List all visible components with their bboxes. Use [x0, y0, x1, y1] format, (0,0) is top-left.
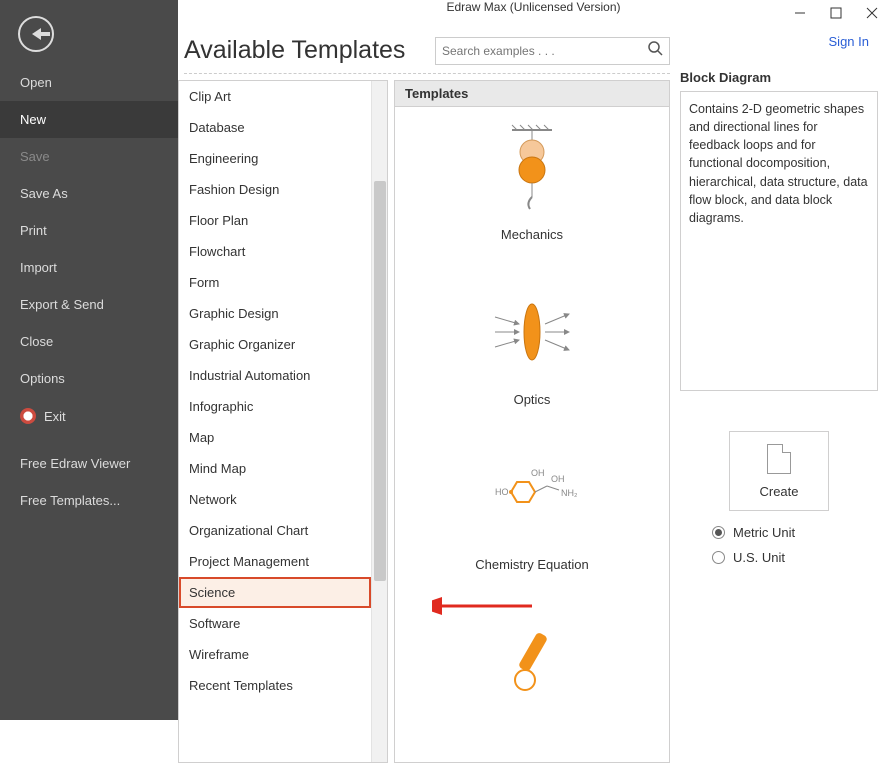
create-label: Create: [759, 484, 798, 499]
window-title: Edraw Max (Unlicensed Version): [446, 0, 620, 14]
template-chemistry-equation[interactable]: HO OH OH NH₂ Chemistry Equation: [475, 447, 588, 572]
templates-panel: Templates Mechanics Optics HO OH OH NH₂ Chemis…: [394, 80, 670, 763]
sidebar-item-print[interactable]: Print: [0, 212, 178, 249]
exit-label: Exit: [44, 409, 66, 424]
templates-header: Templates: [395, 81, 669, 107]
category-infographic[interactable]: Infographic: [179, 391, 371, 422]
category-project-management[interactable]: Project Management: [179, 546, 371, 577]
template-partial[interactable]: [482, 612, 582, 722]
sidebar-item-save: Save: [0, 138, 178, 175]
category-engineering[interactable]: Engineering: [179, 143, 371, 174]
category-database[interactable]: Database: [179, 112, 371, 143]
exit-icon: [20, 408, 36, 424]
template-thumbnail: [482, 282, 582, 382]
create-button[interactable]: Create: [729, 431, 829, 511]
category-graphic-design[interactable]: Graphic Design: [179, 298, 371, 329]
category-mind-map[interactable]: Mind Map: [179, 453, 371, 484]
document-icon: [767, 444, 791, 474]
close-window-button[interactable]: [861, 4, 883, 22]
maximize-button[interactable]: [825, 4, 847, 22]
sidebar-item-close[interactable]: Close: [0, 323, 178, 360]
file-menu-sidebar: OpenNewSaveSave AsPrintImportExport & Se…: [0, 0, 178, 720]
template-thumbnail: [482, 117, 582, 217]
template-thumbnail: HO OH OH NH₂: [482, 447, 582, 547]
us-unit-radio[interactable]: U.S. Unit: [712, 550, 878, 565]
sidebar-item-new[interactable]: New: [0, 101, 178, 138]
search-input[interactable]: [442, 44, 648, 58]
back-button[interactable]: [18, 16, 54, 52]
minimize-button[interactable]: [789, 4, 811, 22]
template-label: Mechanics: [482, 227, 582, 242]
template-label: Optics: [482, 392, 582, 407]
sidebar-item-open[interactable]: Open: [0, 64, 178, 101]
sign-in-link[interactable]: Sign In: [829, 34, 869, 49]
radio-icon: [712, 526, 725, 539]
metric-unit-radio[interactable]: Metric Unit: [712, 525, 878, 540]
category-graphic-organizer[interactable]: Graphic Organizer: [179, 329, 371, 360]
svg-text:OH: OH: [531, 468, 545, 478]
category-form[interactable]: Form: [179, 267, 371, 298]
category-flowchart[interactable]: Flowchart: [179, 236, 371, 267]
titlebar: Edraw Max (Unlicensed Version): [178, 0, 889, 14]
category-floor-plan[interactable]: Floor Plan: [179, 205, 371, 236]
category-software[interactable]: Software: [179, 608, 371, 639]
sidebar-item-free-templates-[interactable]: Free Templates...: [0, 482, 178, 519]
search-box[interactable]: [435, 37, 670, 65]
category-clip-art[interactable]: Clip Art: [179, 81, 371, 112]
preview-title: Block Diagram: [680, 70, 878, 85]
sidebar-item-free-edraw-viewer[interactable]: Free Edraw Viewer: [0, 445, 178, 482]
sidebar-item-export-send[interactable]: Export & Send: [0, 286, 178, 323]
category-network[interactable]: Network: [179, 484, 371, 515]
category-fashion-design[interactable]: Fashion Design: [179, 174, 371, 205]
metric-label: Metric Unit: [733, 525, 795, 540]
us-label: U.S. Unit: [733, 550, 785, 565]
template-thumbnail: [482, 612, 582, 712]
category-wireframe[interactable]: Wireframe: [179, 639, 371, 670]
preview-description: Contains 2-D geometric shapes and direct…: [680, 91, 878, 391]
category-industrial-automation[interactable]: Industrial Automation: [179, 360, 371, 391]
sidebar-item-save-as[interactable]: Save As: [0, 175, 178, 212]
template-optics[interactable]: Optics: [482, 282, 582, 407]
category-organizational-chart[interactable]: Organizational Chart: [179, 515, 371, 546]
sidebar-item-import[interactable]: Import: [0, 249, 178, 286]
search-icon[interactable]: [648, 41, 663, 60]
category-map[interactable]: Map: [179, 422, 371, 453]
template-label: Chemistry Equation: [475, 557, 588, 572]
sidebar-item-options[interactable]: Options: [0, 360, 178, 397]
scrollbar-thumb[interactable]: [374, 181, 386, 581]
exit-button[interactable]: Exit: [0, 397, 178, 435]
category-scrollbar[interactable]: [371, 81, 387, 762]
template-mechanics[interactable]: Mechanics: [482, 117, 582, 242]
category-science[interactable]: Science: [179, 577, 371, 608]
page-title: Available Templates: [184, 36, 405, 65]
category-recent-templates[interactable]: Recent Templates: [179, 670, 371, 701]
back-arrow-icon: [32, 28, 41, 40]
svg-text:HO: HO: [495, 487, 509, 497]
category-list: Clip ArtDatabaseEngineeringFashion Desig…: [178, 80, 388, 763]
svg-text:OH: OH: [551, 474, 565, 484]
radio-icon: [712, 551, 725, 564]
svg-text:NH₂: NH₂: [561, 488, 577, 498]
